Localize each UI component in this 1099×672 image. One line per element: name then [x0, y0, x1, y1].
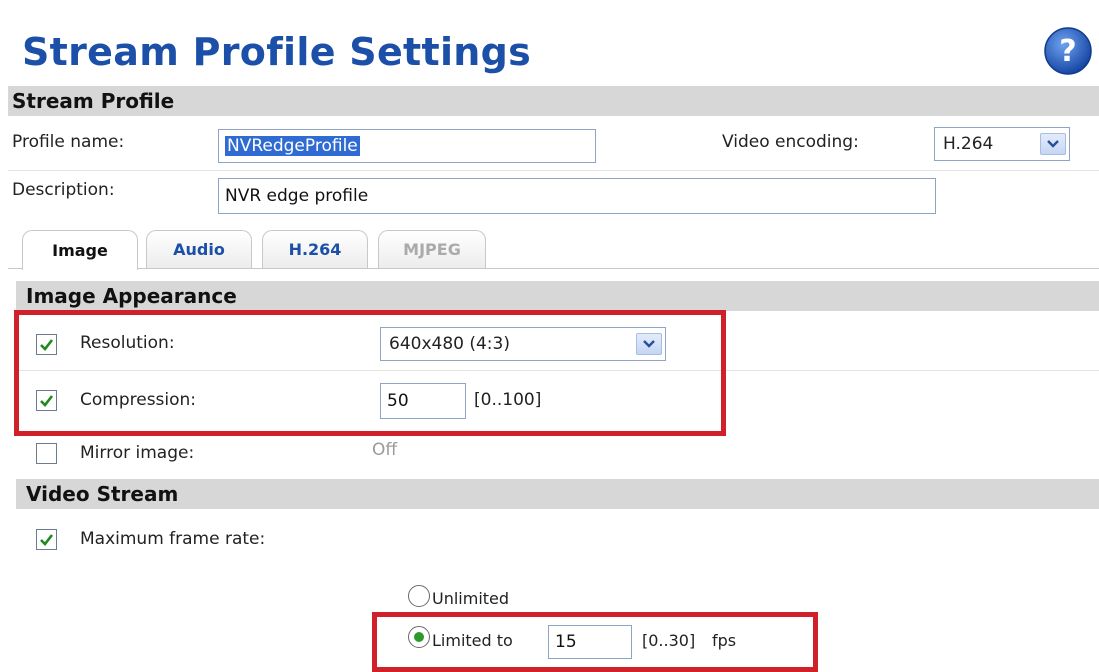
section-title-image-appearance: Image Appearance [26, 284, 237, 308]
max-frame-rate-checkbox[interactable] [36, 529, 57, 550]
tab-image[interactable]: Image [22, 230, 138, 270]
row-divider [8, 170, 1099, 171]
profile-name-input[interactable]: NVRedgeProfile [218, 129, 596, 163]
chevron-down-icon [1040, 133, 1066, 155]
mirror-image-checkbox[interactable] [36, 443, 57, 464]
unlimited-label: Unlimited [432, 589, 510, 608]
tab-mjpeg: MJPEG [378, 230, 486, 268]
page-title: Stream Profile Settings [22, 30, 532, 74]
video-encoding-select[interactable]: H.264 [934, 127, 1070, 161]
tab-label: Audio [173, 240, 225, 259]
tab-label: MJPEG [403, 240, 461, 259]
video-stream-header [16, 479, 1099, 509]
description-input[interactable]: NVR edge profile [218, 178, 936, 214]
description-label: Description: [12, 180, 115, 200]
profile-name-label: Profile name: [12, 132, 125, 152]
video-encoding-label: Video encoding: [722, 132, 859, 152]
video-encoding-value: H.264 [943, 134, 994, 154]
mirror-image-label: Mirror image: [80, 443, 195, 463]
unlimited-radio[interactable] [408, 585, 430, 607]
highlight-box-frame-rate [372, 612, 818, 672]
checkmark-icon [40, 534, 54, 546]
highlight-box-image-settings [14, 310, 726, 436]
tab-label: Image [52, 241, 108, 260]
section-title-stream-profile: Stream Profile [12, 89, 175, 113]
tab-h264[interactable]: H.264 [262, 230, 368, 268]
section-title-video-stream: Video Stream [26, 482, 179, 506]
description-value: NVR edge profile [225, 186, 369, 206]
tab-audio[interactable]: Audio [146, 230, 252, 268]
question-circle-icon[interactable]: ? [1043, 26, 1093, 76]
max-frame-rate-label: Maximum frame rate: [80, 529, 266, 549]
tab-strip-line [8, 268, 1099, 269]
tab-label: H.264 [288, 240, 342, 259]
svg-text:?: ? [1059, 34, 1076, 69]
profile-name-value: NVRedgeProfile [225, 136, 360, 156]
mirror-image-value: Off [372, 440, 398, 460]
